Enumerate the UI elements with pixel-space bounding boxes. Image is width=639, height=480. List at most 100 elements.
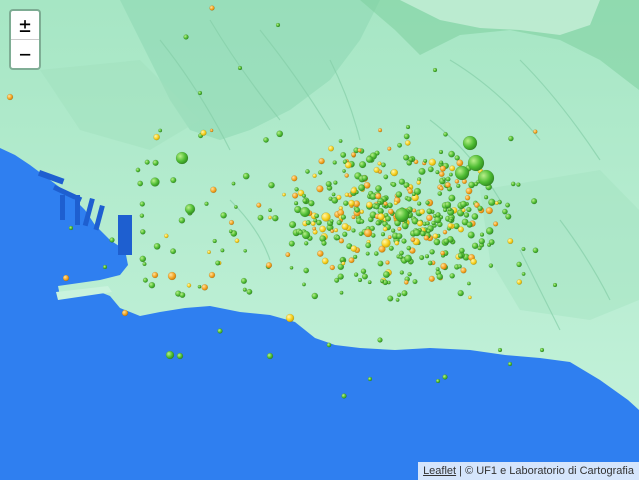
earthquake-marker[interactable] [228, 229, 233, 234]
earthquake-marker[interactable] [508, 135, 514, 142]
earthquake-marker[interactable] [367, 280, 372, 285]
earthquake-marker[interactable] [444, 181, 451, 188]
earthquake-marker[interactable] [212, 238, 217, 244]
earthquake-marker[interactable] [183, 34, 189, 40]
earthquake-marker[interactable] [363, 228, 373, 238]
earthquake-marker[interactable] [336, 194, 342, 201]
earthquake-marker[interactable] [358, 160, 367, 169]
earthquake-marker[interactable] [398, 250, 405, 256]
earthquake-marker[interactable] [447, 222, 453, 229]
earthquake-marker[interactable] [457, 226, 465, 233]
earthquake-marker[interactable] [419, 208, 426, 215]
earthquake-marker[interactable] [354, 206, 361, 213]
earthquake-marker[interactable] [314, 213, 320, 219]
earthquake-marker[interactable] [467, 154, 485, 172]
earthquake-marker[interactable] [438, 171, 445, 178]
earthquake-marker[interactable] [366, 201, 373, 209]
earthquake-marker[interactable] [331, 192, 336, 197]
earthquake-marker[interactable] [327, 145, 335, 152]
earthquake-marker[interactable] [326, 342, 332, 348]
earthquake-marker[interactable] [505, 202, 511, 208]
earthquake-marker[interactable] [311, 292, 319, 300]
earthquake-marker[interactable] [178, 216, 186, 224]
earthquake-marker[interactable] [516, 182, 521, 187]
earthquake-marker[interactable] [488, 263, 494, 268]
earthquake-marker[interactable] [395, 191, 403, 198]
earthquake-marker[interactable] [488, 239, 495, 246]
earthquake-marker[interactable] [344, 161, 352, 169]
earthquake-marker[interactable] [433, 238, 441, 246]
earthquake-marker[interactable] [268, 215, 272, 220]
earthquake-marker[interactable] [477, 245, 482, 251]
earthquake-marker[interactable] [289, 265, 294, 270]
earthquake-marker[interactable] [151, 271, 159, 279]
earthquake-marker[interactable] [377, 337, 383, 343]
map-tiles[interactable] [0, 0, 639, 480]
earthquake-marker[interactable] [375, 185, 382, 192]
earthquake-marker[interactable] [139, 255, 147, 263]
earthquake-marker[interactable] [204, 201, 209, 207]
earthquake-marker[interactable] [175, 151, 189, 165]
earthquake-marker[interactable] [423, 158, 428, 164]
earthquake-marker[interactable] [466, 221, 473, 228]
earthquake-marker[interactable] [463, 212, 470, 218]
earthquake-marker[interactable] [456, 183, 461, 189]
earthquake-marker[interactable] [302, 198, 308, 204]
earthquake-marker[interactable] [271, 214, 279, 222]
earthquake-marker[interactable] [344, 192, 350, 197]
earthquake-marker[interactable] [139, 228, 146, 235]
earthquake-marker[interactable] [377, 128, 383, 133]
earthquake-marker[interactable] [163, 233, 169, 239]
earthquake-marker[interactable] [210, 186, 217, 194]
earthquake-marker[interactable] [256, 202, 262, 208]
earthquake-marker[interactable] [402, 154, 410, 161]
earthquake-marker[interactable] [460, 267, 467, 274]
earthquake-marker[interactable] [494, 200, 499, 206]
earthquake-marker[interactable] [457, 253, 464, 259]
earthquake-marker[interactable] [276, 130, 284, 138]
earthquake-marker[interactable] [424, 253, 430, 259]
earthquake-marker[interactable] [442, 207, 448, 213]
earthquake-marker[interactable] [483, 195, 489, 200]
earthquake-marker[interactable] [317, 170, 323, 175]
earthquake-marker[interactable] [447, 207, 452, 212]
earthquake-marker[interactable] [485, 227, 494, 235]
earthquake-marker[interactable] [532, 247, 539, 254]
earthquake-marker[interactable] [357, 277, 363, 283]
earthquake-marker[interactable] [435, 212, 441, 218]
earthquake-marker[interactable] [220, 248, 225, 253]
earthquake-marker[interactable] [135, 167, 141, 173]
earthquake-marker[interactable] [382, 226, 388, 232]
earthquake-marker[interactable] [233, 205, 238, 209]
earthquake-marker[interactable] [448, 218, 453, 223]
earthquake-marker[interactable] [316, 250, 324, 257]
earthquake-marker[interactable] [62, 274, 70, 282]
earthquake-marker[interactable] [6, 93, 14, 101]
earthquake-marker[interactable] [179, 291, 186, 299]
earthquake-marker[interactable] [387, 146, 392, 151]
earthquake-marker[interactable] [401, 238, 407, 244]
earthquake-marker[interactable] [457, 264, 462, 269]
earthquake-marker[interactable] [435, 170, 440, 175]
earthquake-marker[interactable] [448, 150, 456, 158]
earthquake-marker[interactable] [435, 266, 440, 272]
earthquake-marker[interactable] [338, 138, 343, 144]
earthquake-marker[interactable] [471, 242, 479, 250]
earthquake-marker[interactable] [448, 172, 453, 177]
earthquake-marker[interactable] [330, 229, 335, 234]
earthquake-marker[interactable] [457, 289, 464, 297]
earthquake-marker[interactable] [291, 192, 299, 199]
earthquake-marker[interactable] [342, 231, 348, 238]
earthquake-marker[interactable] [464, 195, 471, 201]
earthquake-marker[interactable] [477, 169, 495, 187]
earthquake-marker[interactable] [237, 65, 243, 71]
earthquake-marker[interactable] [394, 207, 410, 223]
earthquake-marker[interactable] [438, 149, 444, 155]
earthquake-marker[interactable] [142, 261, 147, 267]
earthquake-marker[interactable] [197, 90, 203, 96]
earthquake-marker[interactable] [334, 277, 340, 283]
earthquake-marker[interactable] [308, 199, 315, 207]
earthquake-marker[interactable] [373, 166, 380, 174]
earthquake-marker[interactable] [329, 264, 336, 271]
earthquake-marker[interactable] [170, 248, 177, 255]
